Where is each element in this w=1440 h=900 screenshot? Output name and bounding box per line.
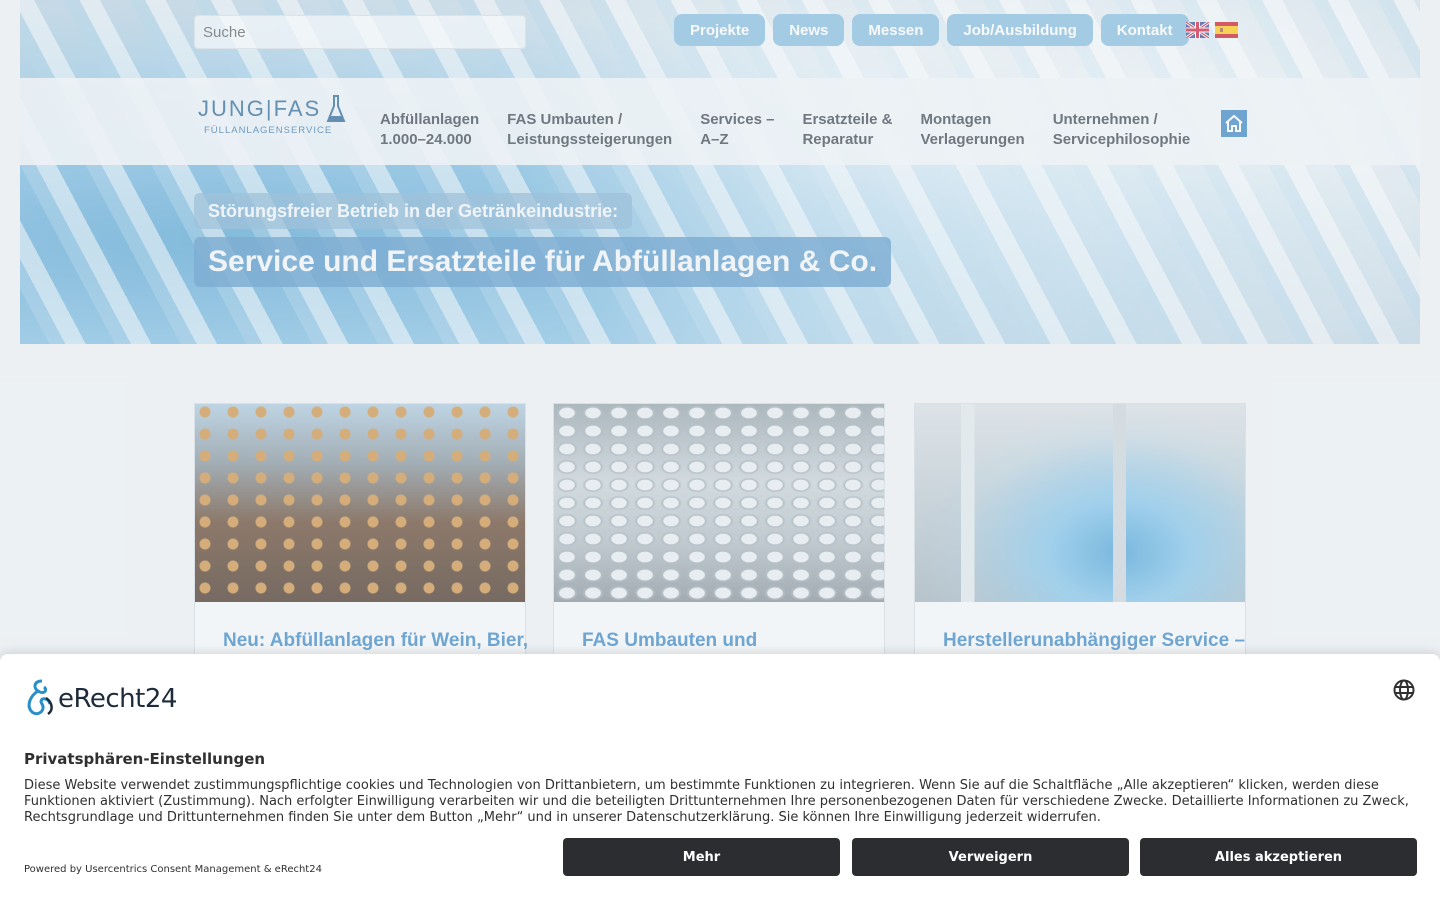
- accept-all-button[interactable]: Alles akzeptieren: [1140, 838, 1417, 876]
- more-button[interactable]: Mehr: [563, 838, 840, 876]
- erecht24-logo: eRecht24: [24, 678, 194, 718]
- brand-name: eRecht24: [58, 684, 177, 714]
- cookie-consent-banner: eRecht24 Privatsphären-Einstellungen Die…: [0, 654, 1440, 900]
- deny-button[interactable]: Verweigern: [852, 838, 1129, 876]
- consent-description: Diese Website verwendet zustimmungspflic…: [24, 778, 1409, 825]
- consent-title: Privatsphären-Einstellungen: [24, 750, 266, 768]
- erecht24-logo-icon: [27, 679, 53, 716]
- powered-by-text: Powered by Usercentrics Consent Manageme…: [24, 864, 322, 875]
- globe-icon[interactable]: [1392, 678, 1416, 702]
